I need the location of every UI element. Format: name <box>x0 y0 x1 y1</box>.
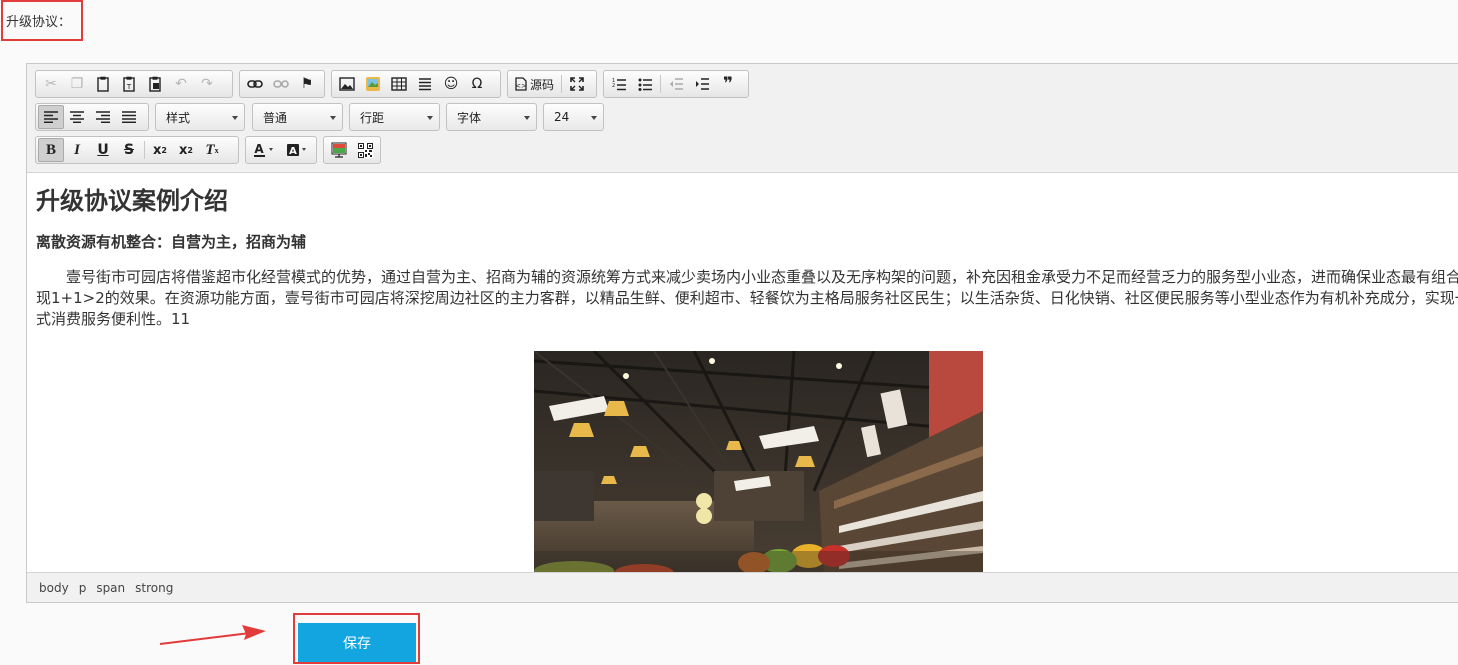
rich-text-editor: ✂ ❐ T ↶ ↷ ⚑ ☺ Ω <> 源码 1 2 ❞ 样式 普通 行距 字体 … <box>26 63 1458 603</box>
path-item-span[interactable]: span <box>96 581 125 595</box>
superscript-icon[interactable]: x2 <box>173 138 199 162</box>
align-center-icon[interactable] <box>64 105 90 129</box>
svg-text:A: A <box>254 142 264 156</box>
blockquote-icon[interactable]: ❞ <box>715 72 741 96</box>
chevron-down-icon <box>330 116 336 120</box>
clipboard-group: ✂ ❐ T ↶ ↷ <box>35 70 233 98</box>
clear-format-icon[interactable]: Tx <box>199 138 225 162</box>
path-item-strong[interactable]: strong <box>135 581 173 595</box>
path-item-body[interactable]: body <box>39 581 69 595</box>
unordered-list-icon[interactable] <box>632 72 658 96</box>
strikethrough-icon[interactable]: S <box>116 138 142 162</box>
color-group: A A <box>245 136 317 164</box>
cut-icon[interactable]: ✂ <box>38 72 64 96</box>
align-right-icon[interactable] <box>90 105 116 129</box>
insert-group: ☺ Ω <box>331 70 501 98</box>
italic-icon[interactable]: I <box>64 138 90 162</box>
source-icon: <> <box>515 77 527 91</box>
paragraph-select[interactable]: 普通 <box>252 103 343 131</box>
content-subheading: 离散资源有机整合：自营为主，招商为辅 <box>36 233 307 251</box>
paste-icon[interactable] <box>90 72 116 96</box>
source-button[interactable]: <> 源码 <box>510 72 559 96</box>
indent-icon[interactable] <box>689 72 715 96</box>
emoji-icon[interactable]: ☺ <box>438 72 464 96</box>
subscript-icon[interactable]: x2 <box>147 138 173 162</box>
outdent-icon[interactable] <box>663 72 689 96</box>
field-label: 升级协议： <box>6 15 72 30</box>
save-button[interactable]: 保存 <box>298 623 416 662</box>
image-library-icon[interactable] <box>360 72 386 96</box>
undo-icon[interactable]: ↶ <box>168 72 194 96</box>
page: 升级协议： ✂ ❐ T ↶ ↷ ⚑ ☺ Ω <> 源码 1 2 ❞ 样式 普通 … <box>0 0 1458 665</box>
supermarket-photo <box>534 351 983 572</box>
align-left-icon[interactable] <box>38 105 64 129</box>
chevron-down-icon <box>232 116 238 120</box>
image-icon[interactable] <box>334 72 360 96</box>
svg-text:T: T <box>126 83 132 91</box>
chevron-down-icon <box>524 116 530 120</box>
paste-word-icon[interactable] <box>142 72 168 96</box>
text-format-group: B I U S x2 x2 Tx <box>35 136 239 164</box>
align-justify-icon[interactable] <box>116 105 142 129</box>
path-item-p[interactable]: p <box>79 581 87 595</box>
insert-frame-icon[interactable] <box>326 138 352 162</box>
list-group: 12 ❞ <box>603 70 749 98</box>
editor-content[interactable]: 升级协议案例介绍 离散资源有机整合：自营为主，招商为辅 壹号街市可园店将借鉴超市… <box>28 174 1458 572</box>
source-group: <> 源码 <box>507 70 597 98</box>
underline-icon[interactable]: U <box>90 138 116 162</box>
line-height-select[interactable]: 行距 <box>349 103 440 131</box>
ordered-list-icon[interactable]: 12 <box>606 72 632 96</box>
media-group <box>323 136 381 164</box>
qrcode-icon[interactable] <box>352 138 378 162</box>
svg-text:2: 2 <box>612 83 615 89</box>
style-select[interactable]: 样式 <box>155 103 245 131</box>
font-family-select[interactable]: 字体 <box>446 103 537 131</box>
content-paragraph: 壹号街市可园店将借鉴超市化经营模式的优势，通过自营为主、招商为辅的资源统筹方式来… <box>36 268 1458 328</box>
horizontal-rule-icon[interactable] <box>412 72 438 96</box>
editor-toolbar: ✂ ❐ T ↶ ↷ ⚑ ☺ Ω <> 源码 1 2 ❞ 样式 普通 行距 字体 … <box>27 64 1458 173</box>
paste-text-icon[interactable]: T <box>116 72 142 96</box>
bold-icon[interactable]: B <box>38 138 64 162</box>
anchor-flag-icon[interactable]: ⚑ <box>294 72 320 96</box>
align-group <box>35 103 149 131</box>
svg-text:A: A <box>289 146 297 157</box>
copy-icon[interactable]: ❐ <box>64 72 90 96</box>
svg-text:<>: <> <box>515 82 527 90</box>
background-color-icon[interactable]: A <box>281 138 314 162</box>
table-icon[interactable] <box>386 72 412 96</box>
element-path-bar: body p span strong <box>27 572 1458 602</box>
fullscreen-icon[interactable] <box>564 72 590 96</box>
font-size-select[interactable]: 24 <box>543 103 604 131</box>
chevron-down-icon <box>591 116 597 120</box>
unlink-icon[interactable] <box>268 72 294 96</box>
font-color-icon[interactable]: A <box>248 138 281 162</box>
link-icon[interactable] <box>242 72 268 96</box>
special-char-icon[interactable]: Ω <box>464 72 490 96</box>
chevron-down-icon <box>427 116 433 120</box>
content-heading: 升级协议案例介绍 <box>36 187 228 215</box>
source-label: 源码 <box>530 77 555 92</box>
link-group: ⚑ <box>239 70 325 98</box>
redo-icon[interactable]: ↷ <box>194 72 220 96</box>
arrow-icon <box>159 625 266 645</box>
